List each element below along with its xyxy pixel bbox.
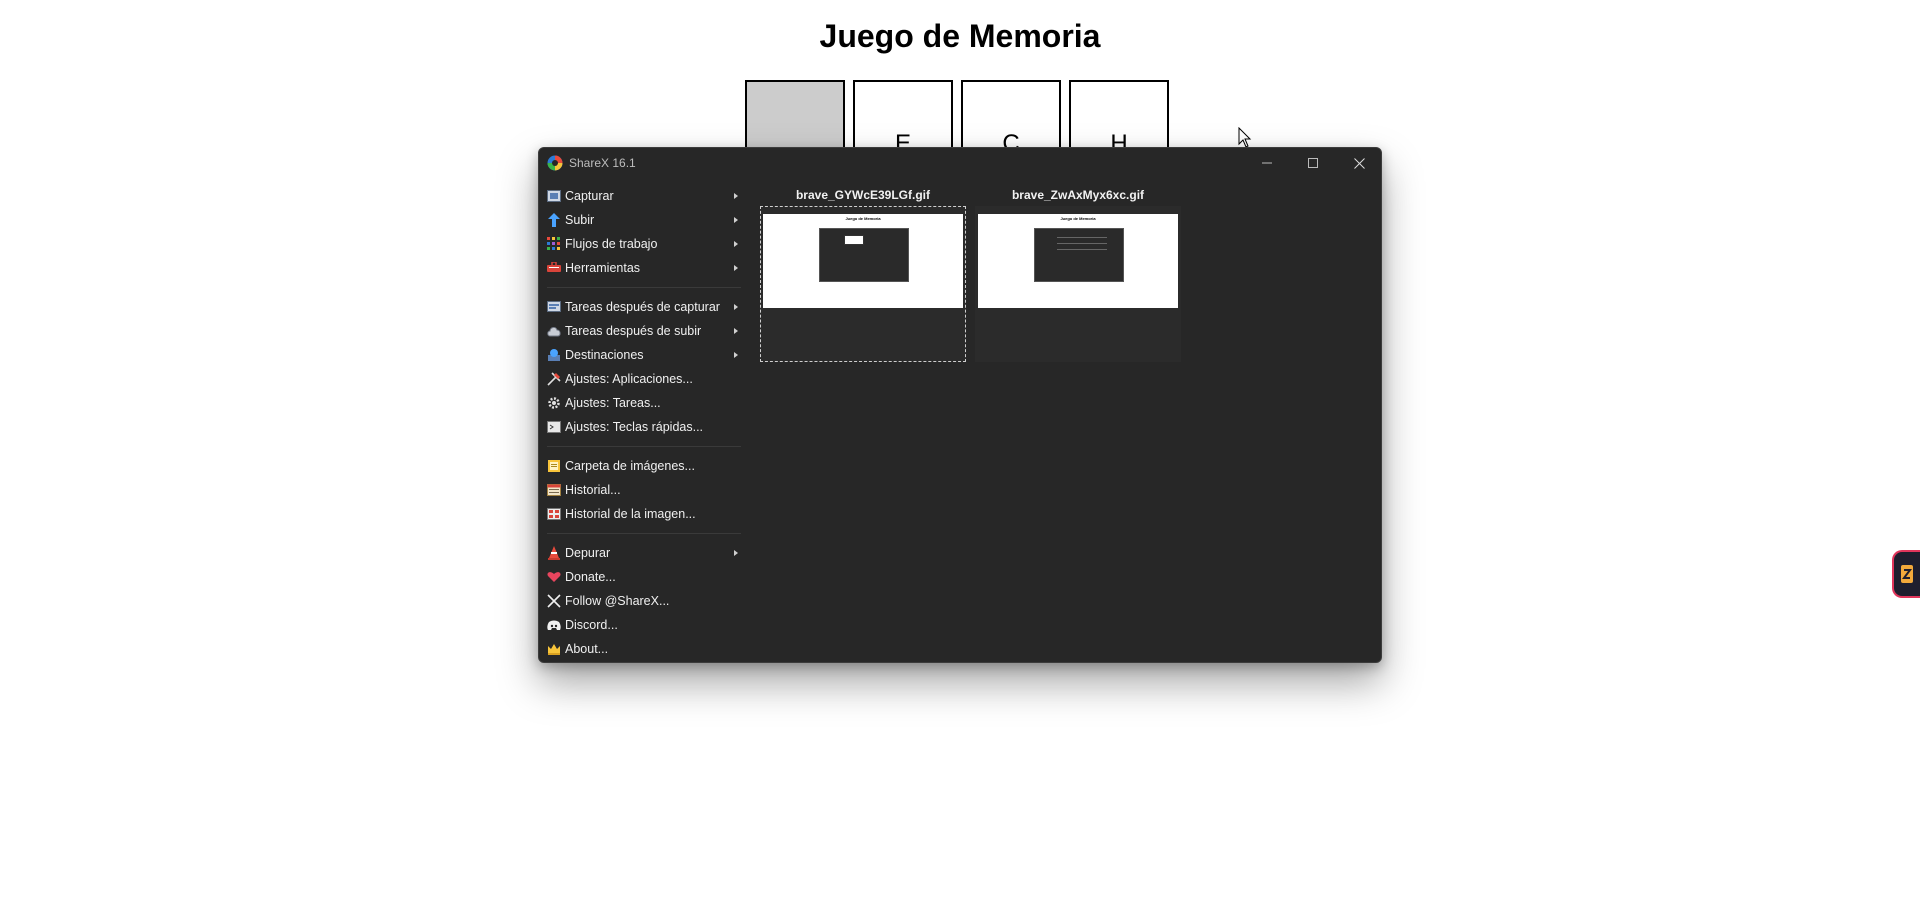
after-capture-icon (547, 300, 561, 314)
extension-icon (1901, 565, 1913, 583)
upload-arrow-icon (547, 213, 561, 227)
submenu-arrow-icon (734, 328, 738, 334)
menu-item-donate[interactable]: Donate... (539, 565, 747, 589)
menu-item-about[interactable]: About... (539, 637, 747, 661)
submenu-arrow-icon (734, 550, 738, 556)
workflows-grid-icon (547, 237, 561, 251)
window-title: ShareX 16.1 (569, 156, 636, 170)
preview-window (1034, 228, 1124, 282)
sharex-window: ShareX 16.1 Capturar Subir Flujos de tra… (538, 147, 1382, 663)
preview-window (819, 228, 909, 282)
sharex-logo-icon (547, 155, 563, 171)
menu-item-depurar[interactable]: Depurar (539, 541, 747, 565)
destinations-icon (547, 348, 561, 362)
menu-label: Depurar (565, 546, 611, 560)
after-upload-cloud-icon (547, 324, 561, 338)
menu-label: About... (565, 642, 609, 656)
menu-label: Ajustes: Teclas rápidas... (565, 420, 704, 434)
minimize-icon (1262, 162, 1272, 164)
menu-label: Follow @ShareX... (565, 594, 670, 608)
menu-label: Historial... (565, 483, 621, 497)
preview-title: Juego de Memoria (1060, 216, 1096, 221)
close-icon (1353, 157, 1365, 169)
title-bar[interactable]: ShareX 16.1 (539, 148, 1381, 178)
image-history-icon (547, 507, 561, 521)
close-button[interactable] (1336, 148, 1381, 178)
menu-item-discord[interactable]: Discord... (539, 613, 747, 637)
menu-item-subir[interactable]: Subir (539, 208, 747, 232)
menu-label: Ajustes: Aplicaciones... (565, 372, 693, 386)
menu-item-historial-de-la-imagen[interactable]: Historial de la imagen... (539, 502, 747, 526)
menu-separator (539, 526, 747, 541)
menu-item-tareas-despues-de-capturar[interactable]: Tareas después de capturar (539, 295, 747, 319)
maximize-icon (1308, 158, 1318, 168)
maximize-button[interactable] (1290, 148, 1336, 178)
menu-item-follow-sharex[interactable]: Follow @ShareX... (539, 589, 747, 613)
submenu-arrow-icon (734, 265, 738, 271)
menu-separator (539, 280, 747, 295)
image-folder-icon (547, 459, 561, 473)
menu-label: Discord... (565, 618, 618, 632)
submenu-arrow-icon (734, 193, 738, 199)
thumbnail-preview: Juego de Memoria (978, 214, 1178, 308)
debug-cone-icon (547, 546, 561, 560)
thumbnail-item[interactable]: brave_ZwAxMyx6xc.gif Juego de Memoria (975, 184, 1181, 371)
menu-item-herramientas[interactable]: Herramientas (539, 256, 747, 280)
thumbnail-filename: brave_GYWcE39LGf.gif (795, 188, 931, 202)
menu-item-historial[interactable]: Historial... (539, 478, 747, 502)
crown-icon (547, 642, 561, 656)
page-title: Juego de Memoria (819, 18, 1101, 54)
menu-separator (539, 439, 747, 454)
menu-label: Capturar (565, 189, 614, 203)
menu-label: Carpeta de imágenes... (565, 459, 695, 473)
menu-label: Tareas después de subir (565, 324, 702, 338)
menu-item-destinaciones[interactable]: Destinaciones (539, 343, 747, 367)
menu-item-carpeta-de-imagenes[interactable]: Carpeta de imágenes... (539, 454, 747, 478)
capture-icon (547, 189, 561, 203)
discord-icon (547, 618, 561, 632)
tools-icon (547, 261, 561, 275)
menu-item-ajustes-aplicaciones[interactable]: Ajustes: Aplicaciones... (539, 367, 747, 391)
menu-label: Destinaciones (565, 348, 644, 362)
menu-label: Tareas después de capturar (565, 300, 720, 314)
task-settings-gear-icon (547, 396, 561, 410)
hotkey-settings-icon (547, 420, 561, 434)
thumbnail-item[interactable]: brave_GYWcE39LGf.gif Juego de Memoria (760, 184, 966, 371)
thumbnail-filename: brave_ZwAxMyx6xc.gif (1011, 188, 1145, 202)
menu-label: Subir (565, 213, 595, 227)
menu-item-capturar[interactable]: Capturar (539, 184, 747, 208)
menu-label: Flujos de trabajo (565, 237, 658, 251)
submenu-arrow-icon (734, 352, 738, 358)
menu-label: Historial de la imagen... (565, 507, 696, 521)
menu-item-flujos-de-trabajo[interactable]: Flujos de trabajo (539, 232, 747, 256)
mouse-cursor-icon (1238, 127, 1252, 148)
menu-label: Ajustes: Tareas... (565, 396, 661, 410)
thumbnail-preview: Juego de Memoria (763, 214, 963, 308)
minimize-button[interactable] (1244, 148, 1290, 178)
heart-icon (547, 570, 561, 584)
app-settings-icon (547, 372, 561, 386)
main-menu: Capturar Subir Flujos de trabajo Herrami… (539, 184, 747, 661)
menu-label: Herramientas (565, 261, 641, 275)
submenu-arrow-icon (734, 241, 738, 247)
submenu-arrow-icon (734, 217, 738, 223)
x-logo-icon (547, 594, 561, 608)
menu-item-ajustes-teclas-rapidas[interactable]: Ajustes: Teclas rápidas... (539, 415, 747, 439)
menu-item-tareas-despues-de-subir[interactable]: Tareas después de subir (539, 319, 747, 343)
history-icon (547, 483, 561, 497)
menu-item-ajustes-tareas[interactable]: Ajustes: Tareas... (539, 391, 747, 415)
submenu-arrow-icon (734, 304, 738, 310)
menu-label: Donate... (565, 570, 616, 584)
preview-title: Juego de Memoria (845, 216, 881, 221)
side-extension-tab[interactable] (1892, 550, 1920, 598)
